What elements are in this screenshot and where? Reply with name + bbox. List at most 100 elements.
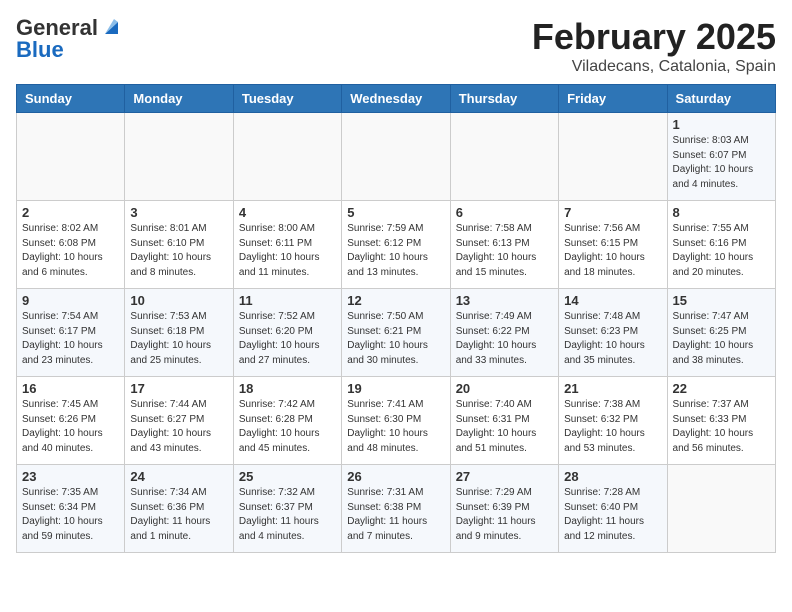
day-info: Sunrise: 7:34 AM Sunset: 6:36 PM Dayligh… <box>130 486 227 544</box>
calendar-day-cell: 13 Sunrise: 7:49 AM Sunset: 6:22 PM Dayli… <box>450 289 558 377</box>
calendar-day-cell: 14Sunrise: 7:48 AM Sunset: 6:23 PM Dayli… <box>559 289 667 377</box>
day-info: Sunrise: 7:47 AM Sunset: 6:25 PM Dayligh… <box>673 310 770 368</box>
logo-blue: Blue <box>16 39 64 61</box>
day-info: Sunrise: 7:49 AM Sunset: 6:22 PM Dayligh… <box>456 310 553 368</box>
day-info: Sunrise: 7:28 AM Sunset: 6:40 PM Dayligh… <box>564 486 661 544</box>
calendar-title: February 2025 <box>532 16 776 58</box>
calendar-day-cell <box>559 113 667 201</box>
day-info: Sunrise: 8:01 AM Sunset: 6:10 PM Dayligh… <box>130 222 227 280</box>
calendar-day-cell: 11 Sunrise: 7:52 AM Sunset: 6:20 PM Dayli… <box>233 289 341 377</box>
day-number: 16 <box>22 381 119 396</box>
day-number: 11 <box>239 293 336 308</box>
calendar-day-cell: 20 Sunrise: 7:40 AM Sunset: 6:31 PM Dayli… <box>450 377 558 465</box>
calendar-day-cell: 26Sunrise: 7:31 AM Sunset: 6:38 PM Dayli… <box>342 465 450 553</box>
weekday-header: Tuesday <box>233 85 341 113</box>
weekday-header-row: SundayMondayTuesdayWednesdayThursdayFrid… <box>17 85 776 113</box>
weekday-header: Friday <box>559 85 667 113</box>
calendar-day-cell: 6 Sunrise: 7:58 AM Sunset: 6:13 PM Daylig… <box>450 201 558 289</box>
day-info: Sunrise: 7:32 AM Sunset: 6:37 PM Dayligh… <box>239 486 336 544</box>
calendar-day-cell: 28 Sunrise: 7:28 AM Sunset: 6:40 PM Dayli… <box>559 465 667 553</box>
day-number: 2 <box>22 205 119 220</box>
calendar-day-cell: 18Sunrise: 7:42 AM Sunset: 6:28 PM Dayli… <box>233 377 341 465</box>
day-number: 13 <box>456 293 553 308</box>
day-number: 24 <box>130 469 227 484</box>
calendar-day-cell <box>17 113 125 201</box>
day-info: Sunrise: 7:53 AM Sunset: 6:18 PM Dayligh… <box>130 310 227 368</box>
day-number: 23 <box>22 469 119 484</box>
calendar-day-cell: 21Sunrise: 7:38 AM Sunset: 6:32 PM Dayli… <box>559 377 667 465</box>
day-info: Sunrise: 7:37 AM Sunset: 6:33 PM Dayligh… <box>673 398 770 456</box>
day-number: 21 <box>564 381 661 396</box>
day-info: Sunrise: 7:35 AM Sunset: 6:34 PM Dayligh… <box>22 486 119 544</box>
day-number: 15 <box>673 293 770 308</box>
logo: General Blue <box>16 16 118 61</box>
day-number: 10 <box>130 293 227 308</box>
day-number: 22 <box>673 381 770 396</box>
day-info: Sunrise: 7:40 AM Sunset: 6:31 PM Dayligh… <box>456 398 553 456</box>
day-info: Sunrise: 7:31 AM Sunset: 6:38 PM Dayligh… <box>347 486 444 544</box>
calendar-day-cell <box>342 113 450 201</box>
calendar-day-cell: 15 Sunrise: 7:47 AM Sunset: 6:25 PM Dayli… <box>667 289 775 377</box>
calendar-day-cell: 22 Sunrise: 7:37 AM Sunset: 6:33 PM Dayli… <box>667 377 775 465</box>
calendar-day-cell: 8 Sunrise: 7:55 AM Sunset: 6:16 PM Daylig… <box>667 201 775 289</box>
day-info: Sunrise: 8:02 AM Sunset: 6:08 PM Dayligh… <box>22 222 119 280</box>
calendar-day-cell: 10 Sunrise: 7:53 AM Sunset: 6:18 PM Dayli… <box>125 289 233 377</box>
day-info: Sunrise: 7:54 AM Sunset: 6:17 PM Dayligh… <box>22 310 119 368</box>
calendar-day-cell: 1 Sunrise: 8:03 AM Sunset: 6:07 PM Daylig… <box>667 113 775 201</box>
day-info: Sunrise: 7:45 AM Sunset: 6:26 PM Dayligh… <box>22 398 119 456</box>
day-number: 7 <box>564 205 661 220</box>
day-info: Sunrise: 7:59 AM Sunset: 6:12 PM Dayligh… <box>347 222 444 280</box>
day-info: Sunrise: 8:03 AM Sunset: 6:07 PM Dayligh… <box>673 134 770 192</box>
day-number: 28 <box>564 469 661 484</box>
calendar-week-row: 2 Sunrise: 8:02 AM Sunset: 6:08 PM Daylig… <box>17 201 776 289</box>
day-info: Sunrise: 7:55 AM Sunset: 6:16 PM Dayligh… <box>673 222 770 280</box>
calendar-day-cell: 2 Sunrise: 8:02 AM Sunset: 6:08 PM Daylig… <box>17 201 125 289</box>
day-number: 19 <box>347 381 444 396</box>
calendar-day-cell: 19 Sunrise: 7:41 AM Sunset: 6:30 PM Dayli… <box>342 377 450 465</box>
weekday-header: Sunday <box>17 85 125 113</box>
calendar-table: SundayMondayTuesdayWednesdayThursdayFrid… <box>16 84 776 553</box>
calendar-day-cell: 3 Sunrise: 8:01 AM Sunset: 6:10 PM Daylig… <box>125 201 233 289</box>
day-info: Sunrise: 7:48 AM Sunset: 6:23 PM Dayligh… <box>564 310 661 368</box>
calendar-day-cell: 24 Sunrise: 7:34 AM Sunset: 6:36 PM Dayli… <box>125 465 233 553</box>
calendar-day-cell: 27Sunrise: 7:29 AM Sunset: 6:39 PM Dayli… <box>450 465 558 553</box>
day-number: 4 <box>239 205 336 220</box>
day-number: 20 <box>456 381 553 396</box>
day-number: 12 <box>347 293 444 308</box>
calendar-day-cell <box>233 113 341 201</box>
day-number: 6 <box>456 205 553 220</box>
calendar-day-cell <box>450 113 558 201</box>
day-number: 3 <box>130 205 227 220</box>
weekday-header: Thursday <box>450 85 558 113</box>
calendar-day-cell: 5 Sunrise: 7:59 AM Sunset: 6:12 PM Daylig… <box>342 201 450 289</box>
calendar-week-row: 16 Sunrise: 7:45 AM Sunset: 6:26 PM Dayli… <box>17 377 776 465</box>
day-number: 25 <box>239 469 336 484</box>
day-number: 5 <box>347 205 444 220</box>
weekday-header: Wednesday <box>342 85 450 113</box>
calendar-day-cell: 17Sunrise: 7:44 AM Sunset: 6:27 PM Dayli… <box>125 377 233 465</box>
weekday-header: Saturday <box>667 85 775 113</box>
calendar-week-row: 1 Sunrise: 8:03 AM Sunset: 6:07 PM Daylig… <box>17 113 776 201</box>
calendar-week-row: 23 Sunrise: 7:35 AM Sunset: 6:34 PM Dayli… <box>17 465 776 553</box>
day-info: Sunrise: 7:29 AM Sunset: 6:39 PM Dayligh… <box>456 486 553 544</box>
calendar-week-row: 9 Sunrise: 7:54 AM Sunset: 6:17 PM Daylig… <box>17 289 776 377</box>
day-info: Sunrise: 8:00 AM Sunset: 6:11 PM Dayligh… <box>239 222 336 280</box>
calendar-day-cell: 16 Sunrise: 7:45 AM Sunset: 6:26 PM Dayli… <box>17 377 125 465</box>
day-info: Sunrise: 7:41 AM Sunset: 6:30 PM Dayligh… <box>347 398 444 456</box>
page-header: General Blue February 2025 Viladecans, C… <box>16 16 776 76</box>
calendar-day-cell: 4 Sunrise: 8:00 AM Sunset: 6:11 PM Daylig… <box>233 201 341 289</box>
day-info: Sunrise: 7:52 AM Sunset: 6:20 PM Dayligh… <box>239 310 336 368</box>
title-block: February 2025 Viladecans, Catalonia, Spa… <box>532 16 776 76</box>
day-number: 1 <box>673 117 770 132</box>
calendar-day-cell <box>667 465 775 553</box>
logo-general: General <box>16 17 98 39</box>
day-number: 9 <box>22 293 119 308</box>
day-info: Sunrise: 7:58 AM Sunset: 6:13 PM Dayligh… <box>456 222 553 280</box>
day-info: Sunrise: 7:44 AM Sunset: 6:27 PM Dayligh… <box>130 398 227 456</box>
calendar-subtitle: Viladecans, Catalonia, Spain <box>532 58 776 76</box>
calendar-day-cell: 12 Sunrise: 7:50 AM Sunset: 6:21 PM Dayli… <box>342 289 450 377</box>
day-number: 8 <box>673 205 770 220</box>
calendar-day-cell: 25 Sunrise: 7:32 AM Sunset: 6:37 PM Dayli… <box>233 465 341 553</box>
day-info: Sunrise: 7:56 AM Sunset: 6:15 PM Dayligh… <box>564 222 661 280</box>
day-info: Sunrise: 7:50 AM Sunset: 6:21 PM Dayligh… <box>347 310 444 368</box>
